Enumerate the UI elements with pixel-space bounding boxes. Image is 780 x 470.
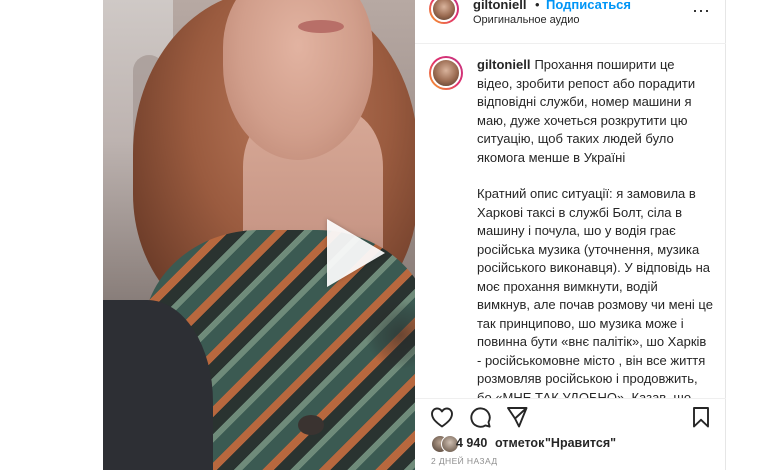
separator-dot: • bbox=[535, 0, 540, 12]
caption-paragraph-2: Кратний опис ситуації: я замовила в Харк… bbox=[477, 186, 713, 398]
instagram-post-view: giltoniell • Подписаться Оригинальное ау… bbox=[0, 0, 780, 470]
play-icon[interactable] bbox=[327, 219, 385, 287]
action-bar bbox=[415, 398, 726, 432]
bookmark-icon[interactable] bbox=[691, 406, 711, 428]
post-header: giltoniell • Подписаться Оригинальное ау… bbox=[415, 0, 726, 44]
audio-label[interactable]: Оригинальное аудио bbox=[473, 14, 580, 26]
video-shirt-button bbox=[298, 415, 324, 435]
video-player[interactable] bbox=[103, 0, 415, 470]
follow-button[interactable]: Подписаться bbox=[546, 0, 631, 12]
more-options-icon[interactable]: ⋯ bbox=[691, 0, 711, 24]
caption-username[interactable]: giltoniell bbox=[477, 57, 530, 72]
caption-body-1: Прохання поширити це відео, зробити репо… bbox=[477, 57, 696, 165]
likes-word[interactable]: отметок bbox=[495, 436, 544, 450]
comment-icon[interactable] bbox=[469, 406, 491, 428]
share-icon[interactable] bbox=[506, 406, 528, 428]
likes-label[interactable]: "Нравится" bbox=[545, 436, 616, 450]
video-person-lips bbox=[298, 20, 344, 33]
post-date[interactable]: 2 ДНЕЙ НАЗАД bbox=[431, 456, 497, 466]
avatar[interactable] bbox=[429, 0, 459, 24]
post-username[interactable]: giltoniell bbox=[473, 0, 526, 12]
avatar-image bbox=[431, 58, 461, 88]
likes-row: 4 940 отметок "Нравится" bbox=[415, 432, 726, 454]
heart-icon[interactable] bbox=[430, 406, 454, 428]
avatar-image bbox=[431, 0, 457, 22]
post-side-panel: giltoniell • Подписаться Оригинальное ау… bbox=[415, 0, 726, 470]
caption-paragraph-1: giltoniell Прохання поширити це відео, зр… bbox=[477, 56, 713, 167]
post-caption: giltoniell Прохання поширити це відео, зр… bbox=[415, 44, 726, 398]
caption-avatar[interactable] bbox=[429, 56, 463, 90]
likes-count[interactable]: 4 940 bbox=[456, 436, 487, 450]
caption-text: giltoniell Прохання поширити це відео, зр… bbox=[477, 56, 713, 398]
